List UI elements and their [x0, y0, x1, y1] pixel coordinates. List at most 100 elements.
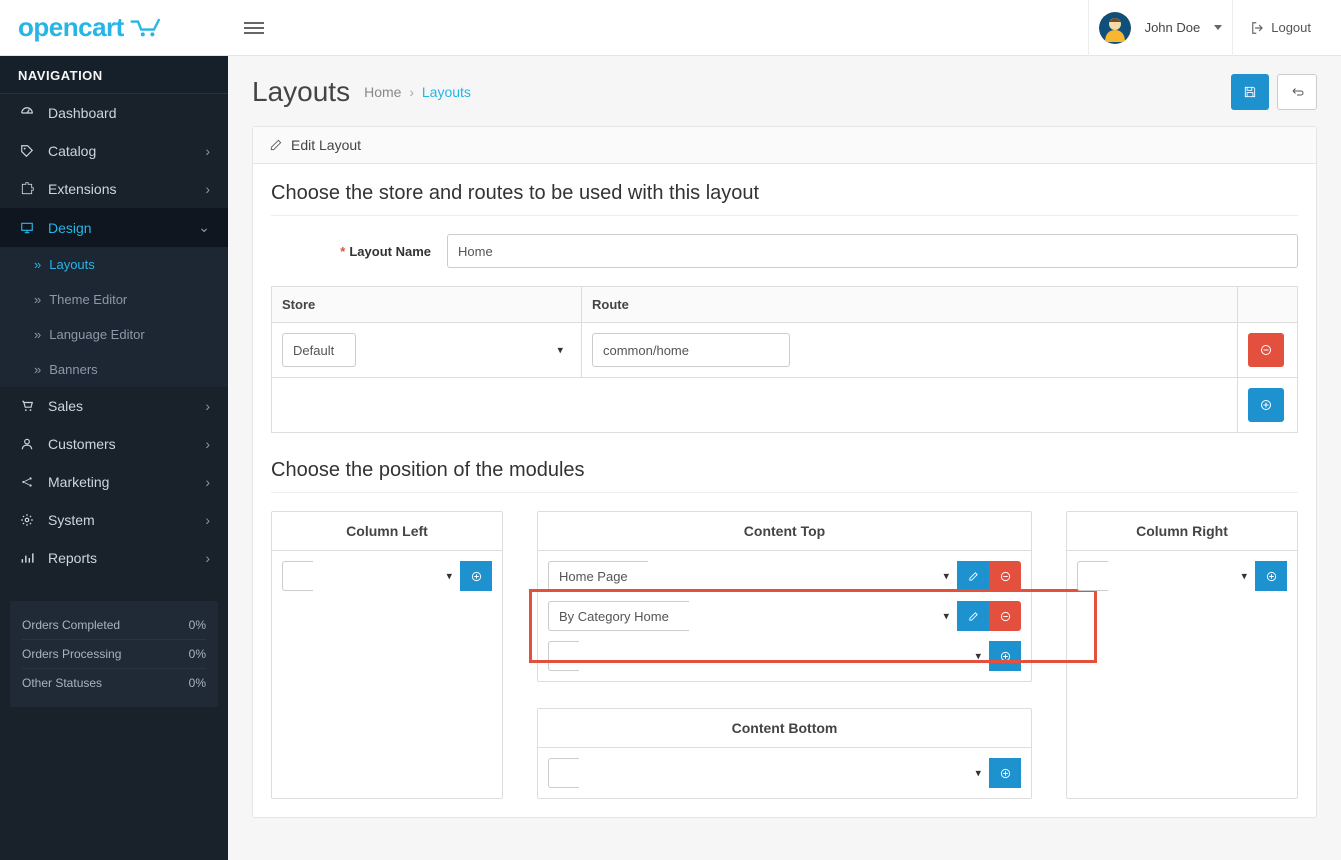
module-select[interactable] [548, 758, 579, 788]
nav-label: Extensions [48, 181, 116, 197]
sidebar-item-marketing[interactable]: Marketing › [0, 463, 228, 501]
module-row-highlighted: By Category Home [548, 601, 1021, 631]
sidebar-item-customers[interactable]: Customers › [0, 425, 228, 463]
col-route: Route [582, 287, 1238, 323]
module-row [548, 641, 1021, 671]
sidebar-item-sales[interactable]: Sales › [0, 387, 228, 425]
remove-route-button[interactable] [1248, 333, 1284, 367]
chevron-right-icon: › [205, 474, 210, 490]
nav-label: Dashboard [48, 105, 117, 121]
sub-label: Layouts [49, 257, 95, 272]
pencil-icon [269, 138, 283, 152]
stat-row: Orders Processing0% [22, 640, 206, 669]
nav-label: Sales [48, 398, 83, 414]
user-menu[interactable]: John Doe [1088, 0, 1233, 56]
sub-label: Language Editor [49, 327, 144, 342]
store-select[interactable]: Default [282, 333, 356, 367]
section1-title: Choose the store and routes to be used w… [271, 182, 1298, 216]
stat-label: Orders Completed [22, 618, 120, 632]
module-select[interactable] [1077, 561, 1108, 591]
breadcrumb-sep: › [409, 84, 414, 100]
sub-item-layouts[interactable]: » Layouts [0, 247, 228, 282]
positions-row: Column Left Content Top [271, 511, 1298, 799]
add-module-button[interactable] [989, 758, 1021, 788]
save-button[interactable] [1231, 74, 1269, 110]
stat-value: 0% [189, 647, 206, 661]
column-right-panel: Column Right [1066, 511, 1298, 799]
stats-box: Orders Completed0% Orders Processing0% O… [10, 601, 218, 707]
back-button[interactable] [1277, 74, 1317, 110]
add-module-button[interactable] [1255, 561, 1287, 591]
sub-item-language-editor[interactable]: » Language Editor [0, 317, 228, 352]
sidebar-item-design[interactable]: Design ⌄ [0, 208, 228, 247]
content-top-panel: Content Top Home Page By Category Home [537, 511, 1032, 682]
module-row [282, 561, 492, 591]
stat-value: 0% [189, 676, 206, 690]
double-chevron-icon: » [34, 257, 41, 272]
gear-icon [18, 513, 36, 527]
cart-icon [130, 18, 162, 38]
pos-heading: Column Right [1067, 512, 1297, 551]
col-action [1238, 287, 1298, 323]
caret-down-icon [1214, 25, 1222, 30]
route-input[interactable] [592, 333, 790, 367]
share-icon [18, 475, 36, 489]
desktop-icon [18, 221, 36, 235]
menu-toggle-icon[interactable] [244, 19, 268, 37]
panel-heading-text: Edit Layout [291, 137, 361, 153]
header-right: John Doe Logout [228, 0, 1341, 55]
module-select[interactable]: Home Page [548, 561, 648, 591]
sidebar-item-dashboard[interactable]: Dashboard [0, 94, 228, 132]
add-module-button[interactable] [460, 561, 492, 591]
sub-item-theme-editor[interactable]: »Theme Editor [0, 282, 228, 317]
plus-circle-icon [1000, 768, 1011, 779]
sub-item-banners[interactable]: »Banners [0, 352, 228, 387]
double-chevron-icon: » [34, 362, 41, 377]
nav-label: System [48, 512, 95, 528]
chevron-right-icon: › [205, 436, 210, 452]
sidebar-item-extensions[interactable]: Extensions › [0, 170, 228, 208]
nav-label: Marketing [48, 474, 109, 490]
sidebar-item-catalog[interactable]: Catalog › [0, 132, 228, 170]
module-select[interactable] [548, 641, 579, 671]
minus-circle-icon [1000, 571, 1011, 582]
breadcrumb-home[interactable]: Home [364, 84, 401, 100]
logout-button[interactable]: Logout [1232, 0, 1329, 56]
remove-module-button[interactable] [989, 601, 1021, 631]
breadcrumb: Home › Layouts [364, 84, 471, 100]
sidebar-item-system[interactable]: System › [0, 501, 228, 539]
chevron-right-icon: › [205, 512, 210, 528]
stat-value: 0% [189, 618, 206, 632]
sub-label: Theme Editor [49, 292, 127, 307]
pos-heading: Column Left [272, 512, 502, 551]
plus-circle-icon [471, 571, 482, 582]
edit-module-button[interactable] [957, 561, 989, 591]
panel-heading: Edit Layout [253, 127, 1316, 164]
module-row [548, 758, 1021, 788]
chevron-down-icon: ⌄ [198, 219, 210, 236]
layout-name-input[interactable] [447, 234, 1298, 268]
add-route-row [272, 378, 1298, 433]
section2-title: Choose the position of the modules [271, 459, 1298, 493]
breadcrumb-current[interactable]: Layouts [422, 84, 471, 100]
page-title: Layouts [252, 76, 350, 108]
remove-module-button[interactable] [989, 561, 1021, 591]
nav-heading: NAVIGATION [0, 56, 228, 94]
label-text: Layout Name [349, 244, 431, 259]
routes-table: Store Route Default [271, 286, 1298, 433]
layout-name-label: *Layout Name [271, 244, 447, 259]
pos-heading: Content Top [538, 512, 1031, 551]
add-route-button[interactable] [1248, 388, 1284, 422]
edit-module-button[interactable] [957, 601, 989, 631]
double-chevron-icon: » [34, 327, 41, 342]
module-row: Home Page [548, 561, 1021, 591]
nav-label: Catalog [48, 143, 96, 159]
module-select[interactable] [282, 561, 313, 591]
sidebar-item-reports[interactable]: Reports › [0, 539, 228, 577]
module-select[interactable]: By Category Home [548, 601, 689, 631]
add-module-button[interactable] [989, 641, 1021, 671]
logo-area[interactable]: opencart [0, 0, 228, 55]
nav-label: Design [48, 220, 92, 236]
puzzle-icon [18, 182, 36, 196]
plus-circle-icon [1266, 571, 1277, 582]
